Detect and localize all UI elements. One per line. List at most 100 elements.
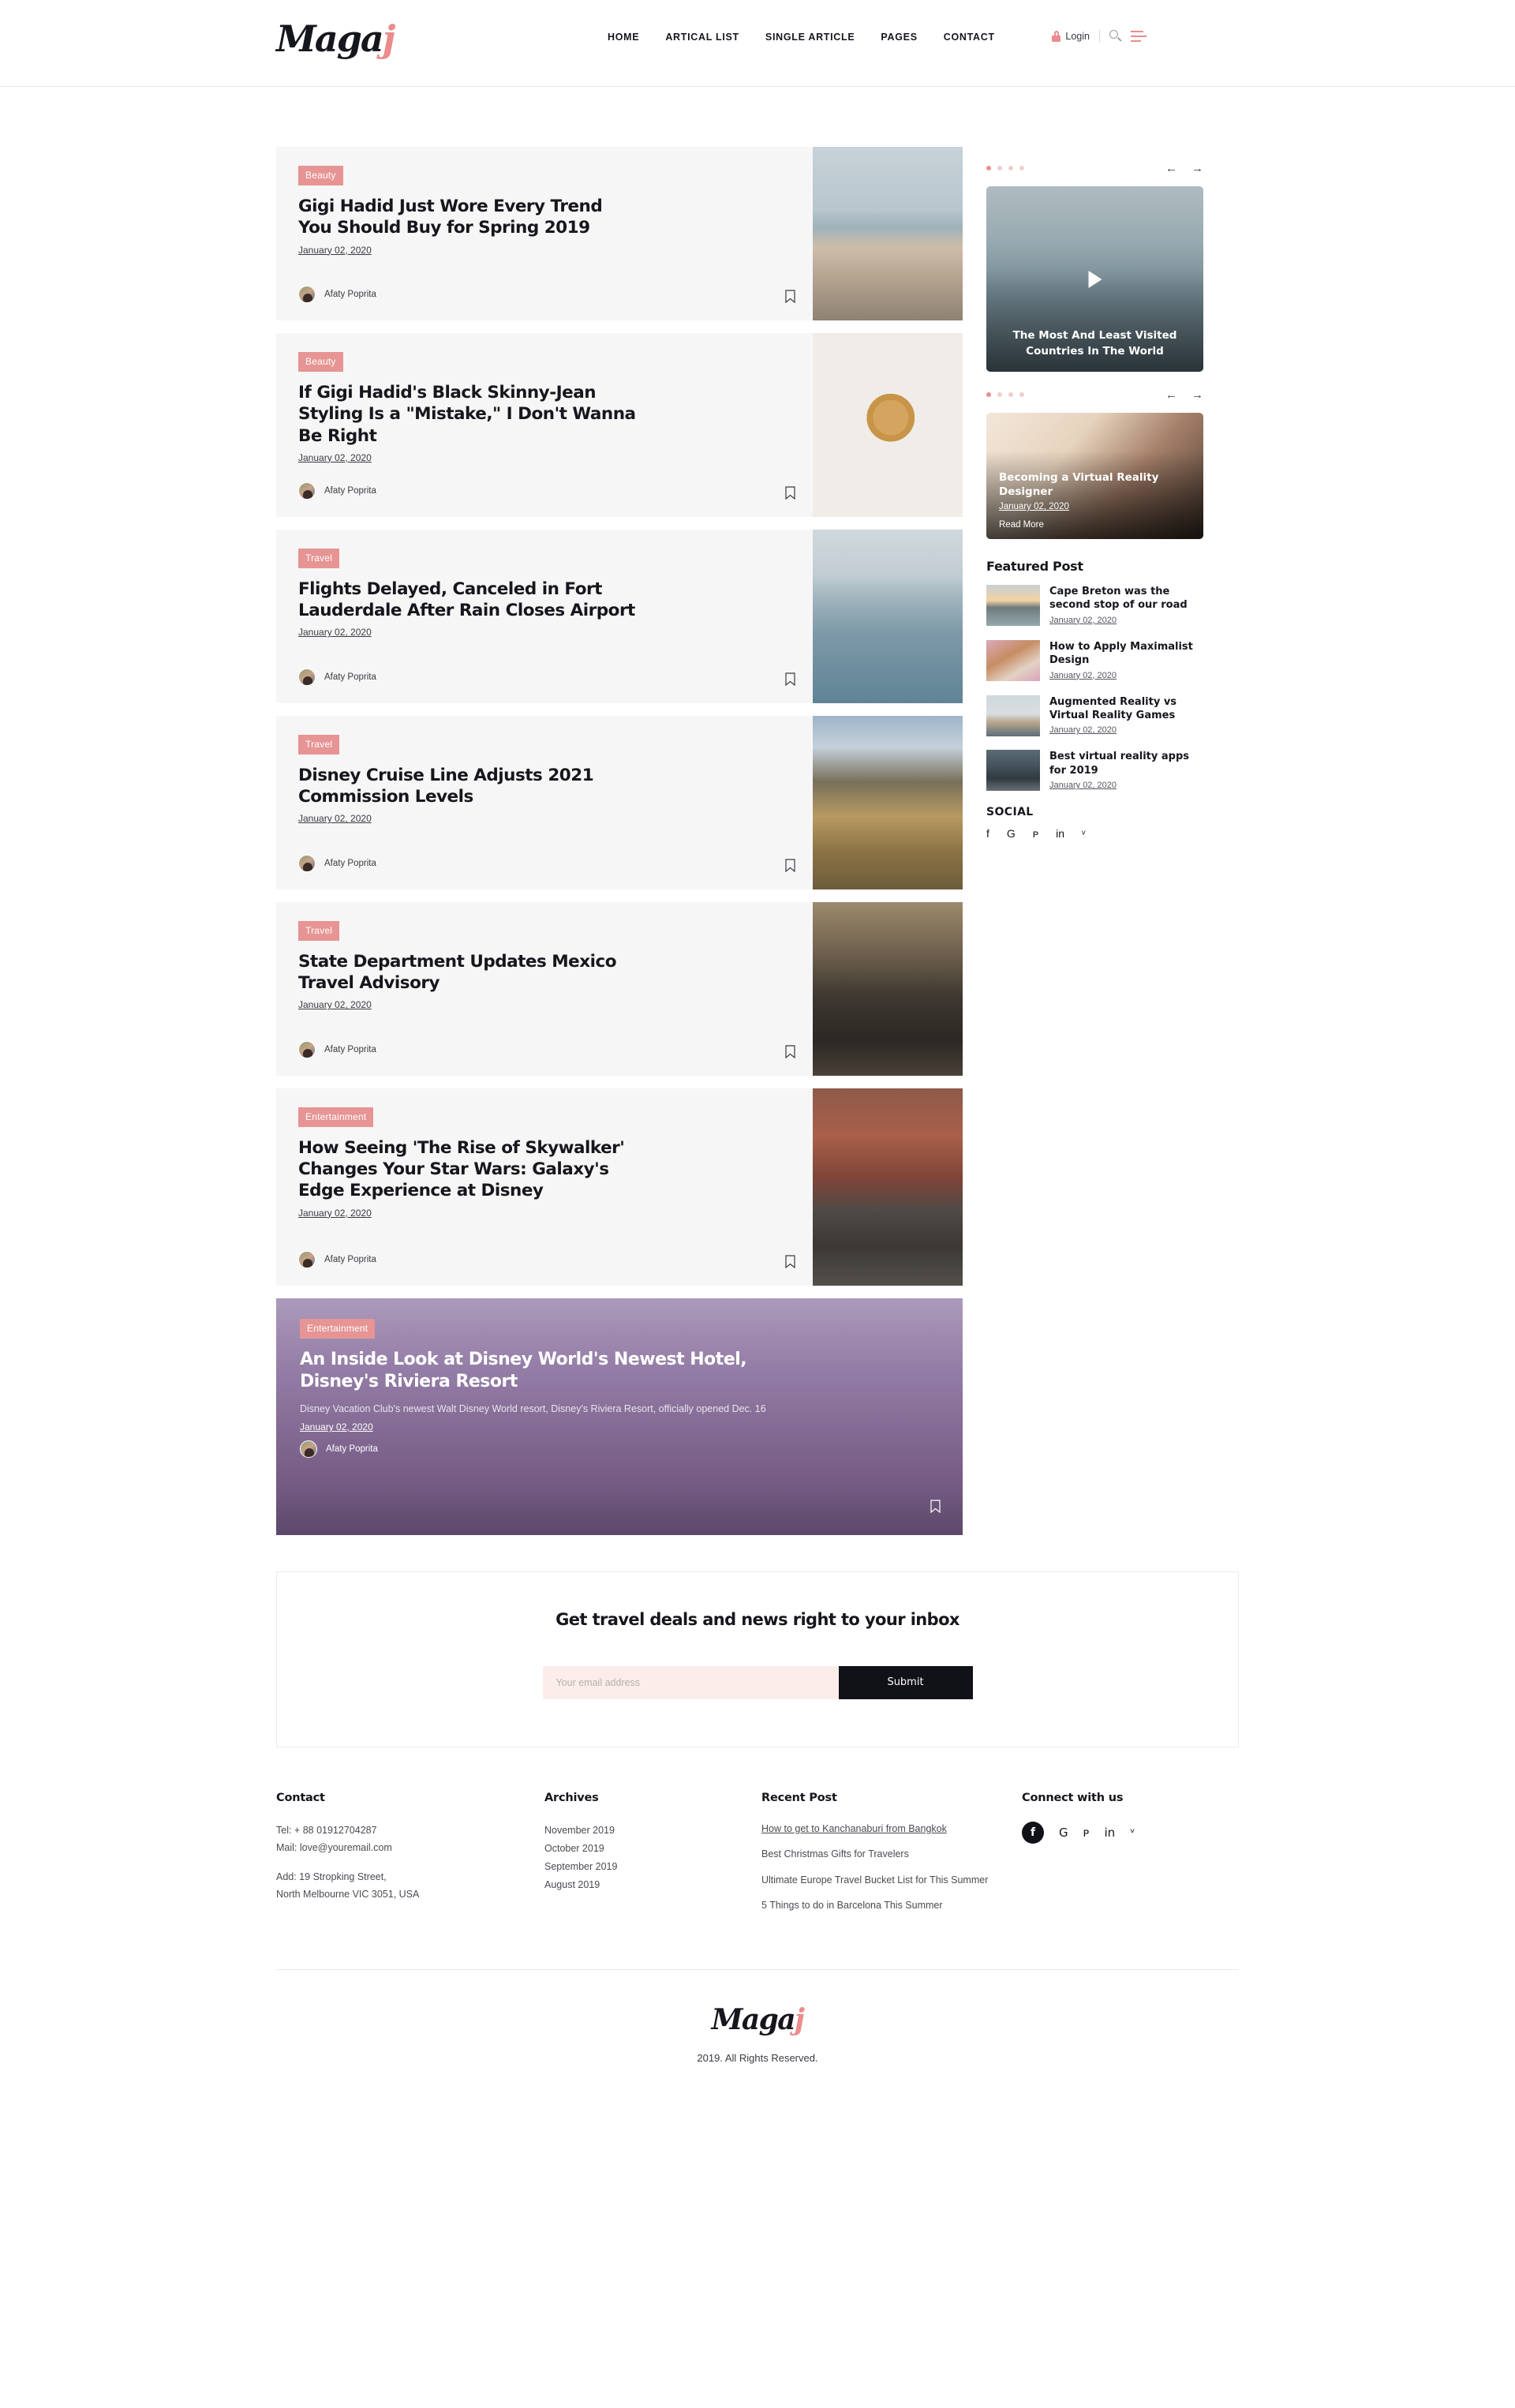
twitter-icon[interactable]: ᵛ bbox=[1130, 1826, 1135, 1840]
category-badge[interactable]: Entertainment bbox=[300, 1318, 376, 1339]
facebook-icon[interactable]: f bbox=[986, 828, 989, 839]
slider-dot[interactable] bbox=[986, 392, 991, 397]
bookmark-icon[interactable] bbox=[785, 1045, 795, 1058]
category-badge[interactable]: Beauty bbox=[298, 166, 343, 185]
featured-article-card[interactable]: Entertainment An Inside Look at Disney W… bbox=[276, 1298, 963, 1535]
video-slider-controls: ← → bbox=[986, 158, 1203, 178]
footer-logo[interactable]: Magaj bbox=[276, 2003, 1239, 2036]
featured-post-item[interactable]: How to Apply Maximalist Design January 0… bbox=[986, 639, 1203, 682]
article-card[interactable]: Travel Flights Delayed, Canceled in Fort… bbox=[276, 529, 963, 703]
arrow-left-icon[interactable]: ← bbox=[1165, 163, 1177, 174]
linkedin-icon[interactable]: in bbox=[1105, 1826, 1116, 1840]
slider-dot[interactable] bbox=[1019, 392, 1024, 397]
category-badge[interactable]: Travel bbox=[298, 548, 340, 568]
featured-article-title[interactable]: An Inside Look at Disney World's Newest … bbox=[300, 1349, 805, 1394]
login-button[interactable]: Login bbox=[1052, 30, 1090, 42]
slider-dot[interactable] bbox=[986, 166, 991, 170]
search-icon[interactable] bbox=[1109, 30, 1122, 42]
slider-dot[interactable] bbox=[1019, 166, 1024, 170]
slider-dot[interactable] bbox=[1008, 166, 1013, 170]
arrow-left-icon[interactable]: ← bbox=[1165, 389, 1177, 401]
slider-dot[interactable] bbox=[1008, 392, 1013, 397]
featured-post-title[interactable]: Best virtual reality apps for 2019 bbox=[1049, 750, 1203, 777]
footer-archive-item[interactable]: September 2019 bbox=[544, 1858, 761, 1876]
twitter-icon[interactable]: ᵛ bbox=[1082, 828, 1086, 839]
video-slider-dots[interactable] bbox=[986, 166, 1024, 170]
article-title[interactable]: How Seeing 'The Rise of Skywalker' Chang… bbox=[298, 1137, 638, 1202]
pinterest-icon[interactable]: ᴘ bbox=[1033, 828, 1038, 839]
category-badge[interactable]: Entertainment bbox=[298, 1107, 374, 1127]
featured-post-date: January 02, 2020 bbox=[1049, 615, 1117, 625]
bookmark-icon[interactable] bbox=[785, 672, 795, 686]
category-badge[interactable]: Travel bbox=[298, 734, 340, 755]
submit-button[interactable]: Submit bbox=[838, 1665, 973, 1699]
bookmark-icon[interactable] bbox=[785, 290, 795, 303]
footer-recent-item[interactable]: How to get to Kanchanaburi from Bangkok bbox=[761, 1822, 1022, 1837]
article-card[interactable]: Travel State Department Updates Mexico T… bbox=[276, 901, 963, 1076]
article-title[interactable]: State Department Updates Mexico Travel A… bbox=[298, 951, 638, 994]
article-card[interactable]: Travel Disney Cruise Line Adjusts 2021 C… bbox=[276, 715, 963, 889]
read-more-link[interactable]: Read More bbox=[999, 520, 1191, 530]
footer-recent-item[interactable]: Ultimate Europe Travel Bucket List for T… bbox=[761, 1873, 1022, 1888]
footer-logo-text-accent: j bbox=[794, 2003, 805, 2037]
avatar bbox=[298, 481, 316, 500]
footer-recent-heading: Recent Post bbox=[761, 1791, 837, 1804]
nav-item-home[interactable]: HOME bbox=[608, 32, 639, 43]
article-author: Afaty Poprita bbox=[324, 1254, 376, 1264]
social-links: f G ᴘ in ᵛ bbox=[986, 828, 1203, 839]
article-card[interactable]: Entertainment How Seeing 'The Rise of Sk… bbox=[276, 1088, 963, 1286]
article-title[interactable]: If Gigi Hadid's Black Skinny-Jean Stylin… bbox=[298, 382, 638, 447]
email-input[interactable] bbox=[542, 1665, 839, 1699]
featured-post-item[interactable]: Best virtual reality apps for 2019 Janua… bbox=[986, 750, 1203, 792]
nav-item-artical-list[interactable]: ARTICAL LIST bbox=[665, 32, 739, 43]
bookmark-icon[interactable] bbox=[930, 1500, 941, 1513]
facebook-icon[interactable]: f bbox=[1022, 1821, 1044, 1844]
featured-post-title[interactable]: Augmented Reality vs Virtual Reality Gam… bbox=[1049, 695, 1203, 723]
linkedin-icon[interactable]: in bbox=[1056, 828, 1064, 839]
hamburger-icon[interactable] bbox=[1131, 30, 1147, 42]
bookmark-icon[interactable] bbox=[785, 1255, 795, 1268]
footer-contact-address-1: Add: 19 Stropking Street, bbox=[276, 1871, 387, 1882]
arrow-right-icon[interactable]: → bbox=[1191, 163, 1203, 174]
article-card[interactable]: Beauty If Gigi Hadid's Black Skinny-Jean… bbox=[276, 333, 963, 517]
featured-article-author: Afaty Poprita bbox=[326, 1444, 378, 1454]
google-icon[interactable]: G bbox=[1059, 1826, 1068, 1840]
pinterest-icon[interactable]: ᴘ bbox=[1083, 1826, 1090, 1840]
sidebar-post-card[interactable]: Becoming a Virtual Reality Designer Janu… bbox=[986, 413, 1203, 539]
slider-dot[interactable] bbox=[997, 166, 1002, 170]
footer-recent-item[interactable]: Best Christmas Gifts for Travelers bbox=[761, 1847, 1022, 1862]
nav-item-contact[interactable]: CONTACT bbox=[944, 32, 995, 43]
footer-recent-item[interactable]: 5 Things to do in Barcelona This Summer bbox=[761, 1898, 1022, 1913]
bookmark-icon[interactable] bbox=[785, 486, 795, 500]
arrow-right-icon[interactable]: → bbox=[1191, 389, 1203, 401]
featured-post-item[interactable]: Cape Breton was the second stop of our r… bbox=[986, 585, 1203, 627]
category-badge[interactable]: Travel bbox=[298, 920, 340, 941]
sidebar-post-title[interactable]: Becoming a Virtual Reality Designer bbox=[999, 470, 1191, 499]
footer-archive-item[interactable]: August 2019 bbox=[544, 1876, 761, 1894]
featured-post-title[interactable]: Cape Breton was the second stop of our r… bbox=[1049, 585, 1203, 612]
bookmark-icon[interactable] bbox=[785, 859, 795, 872]
featured-post-title[interactable]: How to Apply Maximalist Design bbox=[1049, 640, 1203, 668]
article-list: Beauty Gigi Hadid Just Wore Every Trend … bbox=[276, 147, 963, 1535]
post-slider-controls: ← → bbox=[986, 384, 1203, 405]
google-icon[interactable]: G bbox=[1007, 828, 1016, 839]
article-title[interactable]: Flights Delayed, Canceled in Fort Lauder… bbox=[298, 579, 638, 622]
article-card[interactable]: Beauty Gigi Hadid Just Wore Every Trend … bbox=[276, 147, 963, 320]
category-badge[interactable]: Beauty bbox=[298, 352, 343, 372]
main-navigation: HOME ARTICAL LIST SINGLE ARTICLE PAGES C… bbox=[608, 32, 995, 43]
site-logo[interactable]: Magaj bbox=[276, 21, 395, 57]
article-title[interactable]: Gigi Hadid Just Wore Every Trend You Sho… bbox=[298, 196, 638, 239]
avatar bbox=[300, 1440, 317, 1458]
nav-item-pages[interactable]: PAGES bbox=[881, 32, 917, 43]
nav-item-single-article[interactable]: SINGLE ARTICLE bbox=[765, 32, 855, 43]
slider-dot[interactable] bbox=[997, 392, 1002, 397]
article-date: January 02, 2020 bbox=[298, 451, 372, 463]
post-slider-dots[interactable] bbox=[986, 392, 1024, 397]
article-title[interactable]: Disney Cruise Line Adjusts 2021 Commissi… bbox=[298, 765, 638, 808]
footer-archive-item[interactable]: October 2019 bbox=[544, 1840, 761, 1858]
article-author: Afaty Poprita bbox=[324, 1044, 376, 1054]
play-icon[interactable] bbox=[1088, 270, 1102, 288]
video-card[interactable]: The Most And Least Visited Countries In … bbox=[986, 186, 1203, 372]
footer-archive-item[interactable]: November 2019 bbox=[544, 1822, 761, 1840]
featured-post-item[interactable]: Augmented Reality vs Virtual Reality Gam… bbox=[986, 695, 1203, 737]
